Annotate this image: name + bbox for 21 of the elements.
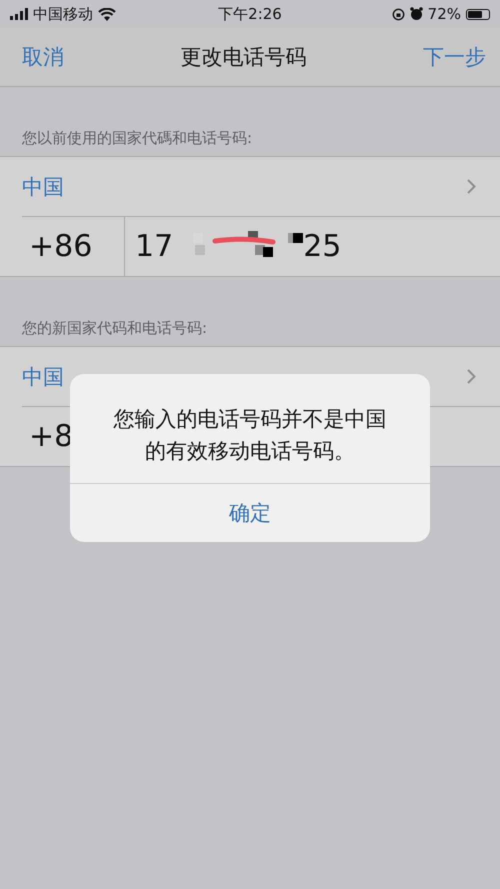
status-time: 下午2:26 (218, 4, 282, 24)
country-row[interactable]: 中国 (22, 157, 500, 217)
phone-number-end: 25 (303, 229, 342, 264)
battery-icon (466, 8, 490, 20)
section-header: 您以前使用的国家代碼和电话号码: (21, 128, 254, 149)
chevron-icon (467, 369, 476, 384)
chevron-icon (467, 179, 476, 194)
next-button[interactable]: 下一步 (423, 43, 486, 71)
country-code: +86 (22, 217, 125, 276)
alarm-icon (410, 7, 423, 21)
cancel-button[interactable]: 取消 (22, 43, 64, 71)
rotation-lock-icon (392, 8, 405, 20)
screen-title: 更改电话号码 (180, 44, 306, 71)
phone-number-start: 17 (135, 229, 174, 264)
carrier-name: 中国移动 (33, 4, 93, 24)
battery-percent: 72% (428, 5, 461, 23)
signal-icon (10, 8, 28, 20)
wifi-icon (98, 8, 116, 20)
alert-message: 您输入的电话号码并不是中国的有效移动电话号码。 (70, 374, 430, 484)
ok-button[interactable]: 确定 (70, 484, 430, 542)
section-header: 您的新国家代码和电话号码: (21, 318, 208, 339)
